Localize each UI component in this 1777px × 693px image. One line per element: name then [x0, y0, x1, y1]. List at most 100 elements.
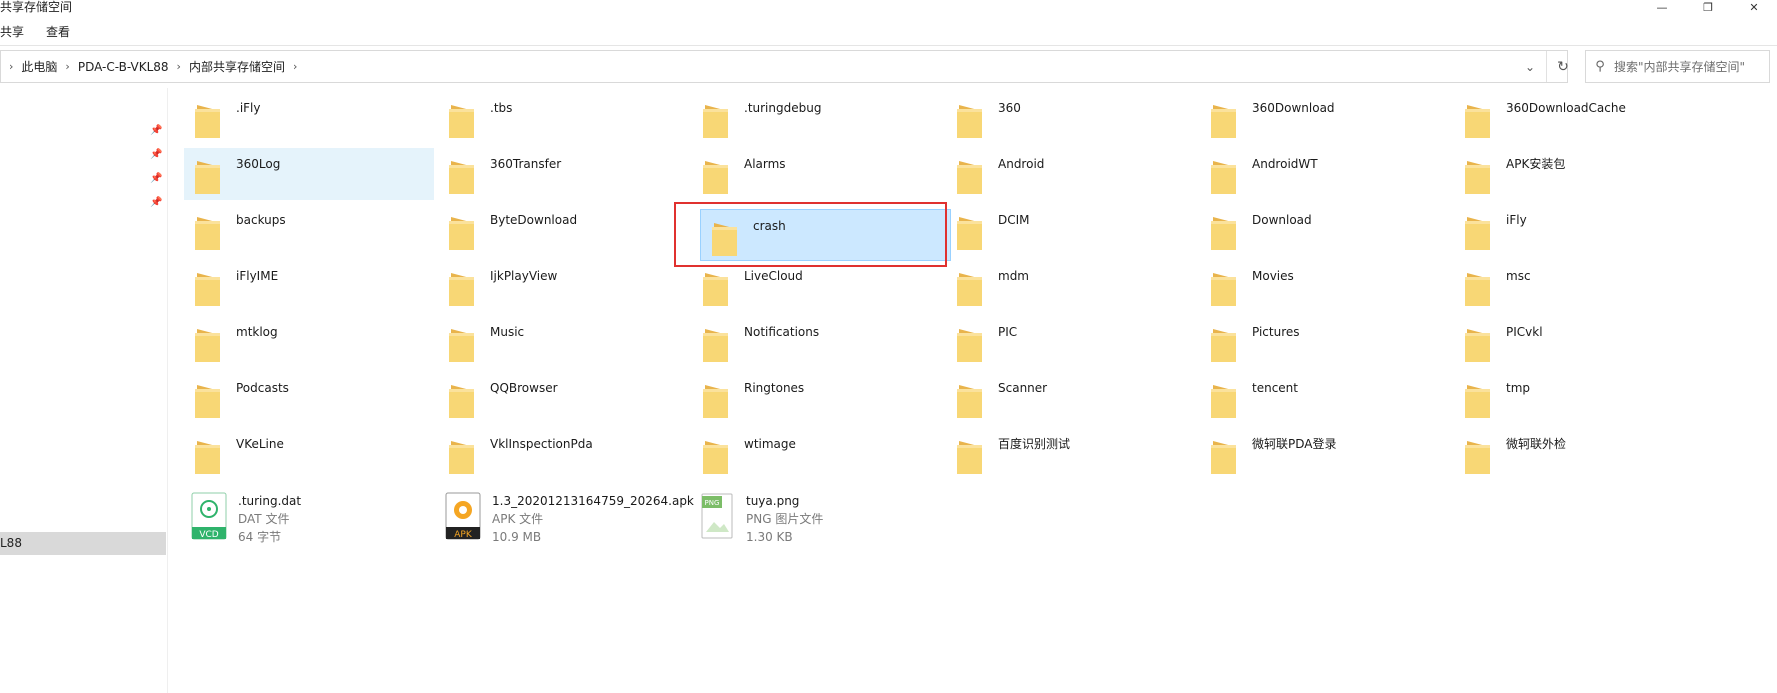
folder-item[interactable]: Music: [438, 316, 688, 368]
search-box[interactable]: ⚲ 搜索"内部共享存储空间": [1585, 50, 1770, 83]
folder-name: 360Download: [1252, 101, 1335, 115]
folder-item[interactable]: mtklog: [184, 316, 434, 368]
folder-item[interactable]: 360Download: [1200, 92, 1450, 144]
breadcrumb-internal-storage[interactable]: 内部共享存储空间: [189, 58, 285, 75]
chevron-right-icon[interactable]: ›: [285, 60, 305, 73]
folder-icon: [1210, 438, 1238, 474]
file-item[interactable]: APK 1.3_20201213164759_20264.apk APK 文件 10.…: [438, 492, 694, 546]
folder-name: Movies: [1252, 269, 1294, 283]
folder-icon: [448, 326, 476, 362]
folder-item[interactable]: msc: [1454, 260, 1704, 312]
folder-name: Android: [998, 157, 1045, 171]
folder-name: tencent: [1252, 381, 1298, 395]
folder-item[interactable]: APK安装包: [1454, 148, 1704, 200]
pin-icon[interactable]: 📌: [150, 197, 162, 208]
minimize-button[interactable]: —: [1639, 0, 1685, 14]
chevron-right-icon[interactable]: ›: [57, 60, 77, 73]
folder-item[interactable]: mdm: [946, 260, 1196, 312]
folder-name: .iFly: [236, 101, 261, 115]
folder-name: Notifications: [744, 325, 820, 339]
folder-item[interactable]: wtimage: [692, 428, 942, 480]
folder-item[interactable]: 微轲联外检: [1454, 428, 1704, 480]
folder-item[interactable]: Pictures: [1200, 316, 1450, 368]
folder-item[interactable]: LiveCloud: [692, 260, 942, 312]
file-type: DAT 文件: [238, 512, 290, 526]
folder-name: 360DownloadCache: [1506, 101, 1626, 115]
file-item[interactable]: VCD .turing.dat DAT 文件 64 字节: [184, 492, 434, 546]
folder-name: 360: [998, 101, 1021, 115]
breadcrumb-device[interactable]: PDA-C-B-VKL88: [78, 60, 169, 74]
folder-item[interactable]: iFlyIME: [184, 260, 434, 312]
folder-name: 百度识别测试: [998, 437, 1071, 451]
folder-icon: [1210, 102, 1238, 138]
breadcrumb-this-pc[interactable]: 此电脑: [21, 58, 57, 75]
folder-item[interactable]: Podcasts: [184, 372, 434, 424]
folder-icon: [1464, 214, 1492, 250]
refresh-button[interactable]: ↻: [1546, 51, 1579, 82]
folder-item[interactable]: QQBrowser: [438, 372, 688, 424]
search-placeholder: 搜索"内部共享存储空间": [1614, 60, 1746, 74]
folder-item[interactable]: 微轲联PDA登录: [1200, 428, 1450, 480]
chevron-right-icon[interactable]: ›: [169, 60, 189, 73]
folder-item[interactable]: .turingdebug: [692, 92, 942, 144]
folder-item[interactable]: .tbs: [438, 92, 688, 144]
folder-icon: [956, 438, 984, 474]
folder-item[interactable]: 360Log: [184, 148, 434, 200]
tab-view[interactable]: 查看: [46, 20, 70, 44]
folder-item[interactable]: VKeLine: [184, 428, 434, 480]
pin-icon[interactable]: 📌: [150, 125, 162, 136]
folder-item[interactable]: DCIM: [946, 204, 1196, 256]
folder-item[interactable]: Android: [946, 148, 1196, 200]
folder-icon: [956, 214, 984, 250]
address-bar[interactable]: › 此电脑 › PDA-C-B-VKL88 › 内部共享存储空间 › ⌄ ↻: [0, 50, 1569, 83]
folder-item[interactable]: Ringtones: [692, 372, 942, 424]
folder-item[interactable]: Notifications: [692, 316, 942, 368]
file-type: PNG 图片文件: [746, 512, 824, 526]
folder-icon: [194, 326, 222, 362]
folder-item[interactable]: Download: [1200, 204, 1450, 256]
restore-button[interactable]: ❐: [1685, 0, 1731, 14]
folder-item[interactable]: .iFly: [184, 92, 434, 144]
window-title: 共享存储空间: [0, 0, 73, 14]
folder-name: Scanner: [998, 381, 1048, 395]
file-item[interactable]: PNG tuya.png PNG 图片文件 1.30 KB: [692, 492, 942, 546]
ribbon-divider: [0, 45, 1777, 46]
svg-text:APK: APK: [454, 530, 473, 540]
folder-icon: [194, 102, 222, 138]
folder-icon: [448, 438, 476, 474]
folder-icon: [702, 382, 730, 418]
folder-item[interactable]: Scanner: [946, 372, 1196, 424]
pin-icon[interactable]: 📌: [150, 173, 162, 184]
folder-item[interactable]: 百度识别测试: [946, 428, 1196, 480]
folder-item[interactable]: IjkPlayView: [438, 260, 688, 312]
folder-item[interactable]: 360: [946, 92, 1196, 144]
tab-share[interactable]: 共享: [0, 20, 24, 44]
close-button[interactable]: ✕: [1731, 0, 1777, 14]
folder-name: AndroidWT: [1252, 157, 1318, 171]
folder-item[interactable]: tencent: [1200, 372, 1450, 424]
chevron-right-icon[interactable]: ›: [1, 60, 21, 73]
folder-item[interactable]: ByteDownload: [438, 204, 688, 256]
folder-item[interactable]: PICvkl: [1454, 316, 1704, 368]
folder-item[interactable]: Movies: [1200, 260, 1450, 312]
folder-item[interactable]: 360DownloadCache: [1454, 92, 1704, 144]
folder-name: IjkPlayView: [490, 269, 558, 283]
folder-item[interactable]: tmp: [1454, 372, 1704, 424]
nav-item-device[interactable]: L88: [0, 532, 166, 555]
folder-name: VklInspectionPda: [490, 437, 593, 451]
folder-item[interactable]: 360Transfer: [438, 148, 688, 200]
file-type: APK 文件: [492, 512, 544, 526]
folder-icon: [1464, 158, 1492, 194]
pin-icon[interactable]: 📌: [150, 149, 162, 160]
history-dropdown-button[interactable]: ⌄: [1515, 51, 1545, 82]
folder-name: Podcasts: [236, 381, 289, 395]
folder-name: 360Log: [236, 157, 281, 171]
folder-item[interactable]: backups: [184, 204, 434, 256]
folder-item[interactable]: VklInspectionPda: [438, 428, 688, 480]
folder-item[interactable]: iFly: [1454, 204, 1704, 256]
folder-item[interactable]: PIC: [946, 316, 1196, 368]
folder-icon: [956, 102, 984, 138]
folder-item[interactable]: Alarms: [692, 148, 942, 200]
folder-icon: [702, 270, 730, 306]
folder-item[interactable]: AndroidWT: [1200, 148, 1450, 200]
